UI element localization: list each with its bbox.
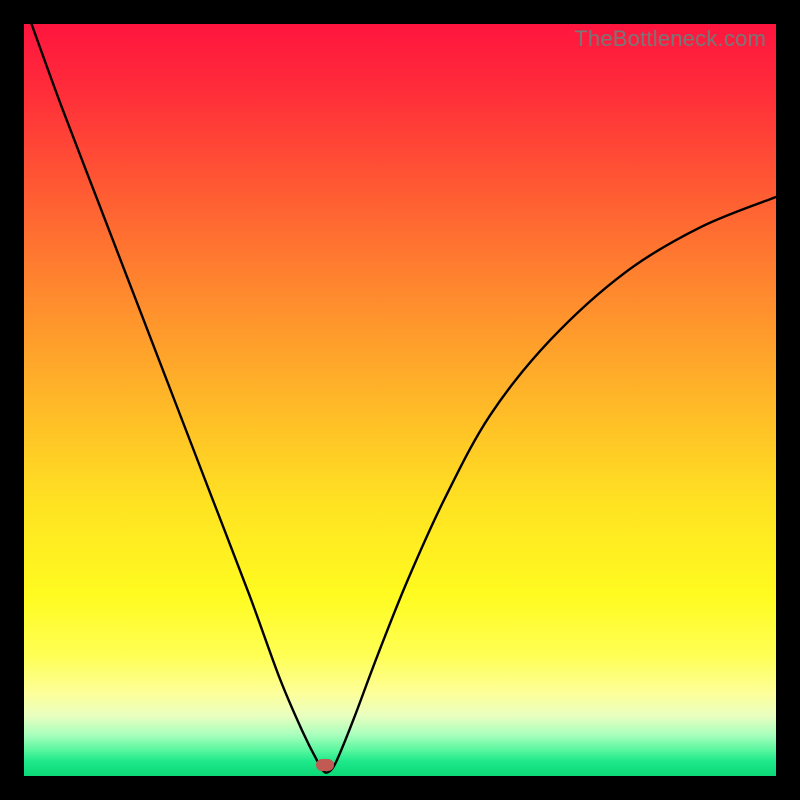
bottleneck-curve: [24, 24, 776, 776]
plot-area: TheBottleneck.com: [24, 24, 776, 776]
minimum-marker: [316, 759, 334, 771]
chart-frame: TheBottleneck.com: [0, 0, 800, 800]
